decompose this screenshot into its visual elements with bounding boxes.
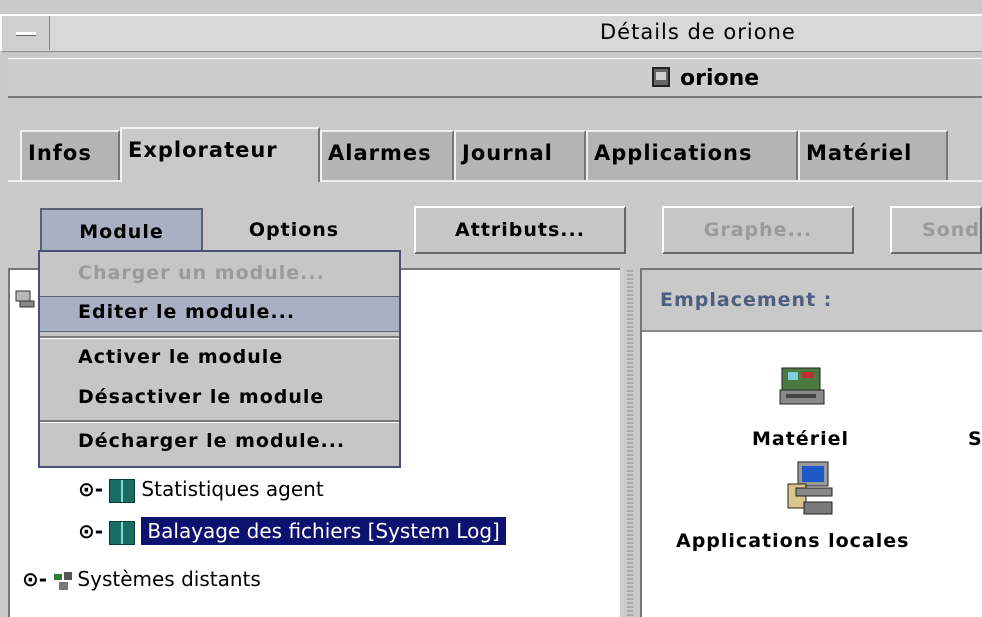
local-applications-label[interactable]: Applications locales	[676, 530, 909, 552]
tab-alarmes[interactable]: Alarmes	[320, 130, 454, 180]
attributs-button[interactable]: Attributs...	[414, 206, 626, 254]
splitter-grip[interactable]	[627, 268, 633, 617]
tree-item-balayage-fichiers[interactable]: ⊙- Balayage des fichiers [System Log]	[78, 517, 506, 545]
cut-off-icon-label[interactable]: S	[968, 428, 982, 450]
tree-item-label: Statistiques agent	[141, 477, 324, 501]
sonde-button[interactable]: Sonde	[890, 206, 982, 254]
window-menu-button[interactable]	[2, 16, 50, 50]
menu-item-decharger-module[interactable]: Décharger le module...	[40, 430, 399, 460]
menu-item-editer-module[interactable]: Editer le module...	[40, 296, 399, 332]
menu-item-desactiver-module[interactable]: Désactiver le module	[40, 386, 399, 416]
tab-applications[interactable]: Applications	[586, 130, 798, 180]
tree-root-icon	[14, 287, 38, 309]
tab-explorateur[interactable]: Explorateur	[120, 127, 320, 182]
tree-item-systemes-distants[interactable]: ⊙- Systèmes distants	[22, 567, 261, 591]
expand-icon[interactable]: ⊙-	[78, 477, 103, 501]
host-header	[8, 58, 982, 98]
graphe-button[interactable]: Graphe...	[662, 206, 854, 254]
title-bar	[0, 14, 982, 52]
remote-systems-icon	[53, 571, 73, 591]
module-menu-button[interactable]: Module	[40, 208, 203, 252]
tab-infos[interactable]: Infos	[20, 130, 120, 180]
menu-separator	[40, 336, 399, 339]
tree-item-label-selected: Balayage des fichiers [System Log]	[141, 517, 506, 545]
host-name: orione	[680, 66, 760, 91]
location-label: Emplacement :	[660, 289, 833, 311]
window-menu-icon	[16, 32, 36, 36]
options-menu-button[interactable]: Options	[205, 208, 383, 252]
menu-item-charger-module[interactable]: Charger un module...	[40, 262, 399, 292]
menu-separator	[40, 420, 399, 423]
module-icon	[109, 520, 136, 545]
tab-journal[interactable]: Journal	[454, 130, 586, 180]
hardware-icon[interactable]	[776, 360, 828, 412]
local-applications-icon[interactable]	[784, 458, 836, 520]
module-dropdown-menu[interactable]: Charger un module... Editer le module...…	[38, 250, 401, 468]
module-icon	[109, 478, 136, 503]
expand-icon[interactable]: ⊙-	[22, 567, 47, 591]
tree-item-label: Systèmes distants	[77, 567, 261, 591]
expand-icon[interactable]: ⊙-	[78, 519, 103, 543]
host-icon	[652, 67, 670, 87]
tree-item-statistiques-agent[interactable]: ⊙- Statistiques agent	[78, 477, 324, 503]
window-title: Détails de orione	[600, 20, 796, 44]
tab-materiel[interactable]: Matériel	[798, 130, 948, 180]
hardware-label[interactable]: Matériel	[752, 428, 849, 450]
menu-item-activer-module[interactable]: Activer le module	[40, 346, 399, 376]
panel-splitter[interactable]	[622, 268, 636, 617]
